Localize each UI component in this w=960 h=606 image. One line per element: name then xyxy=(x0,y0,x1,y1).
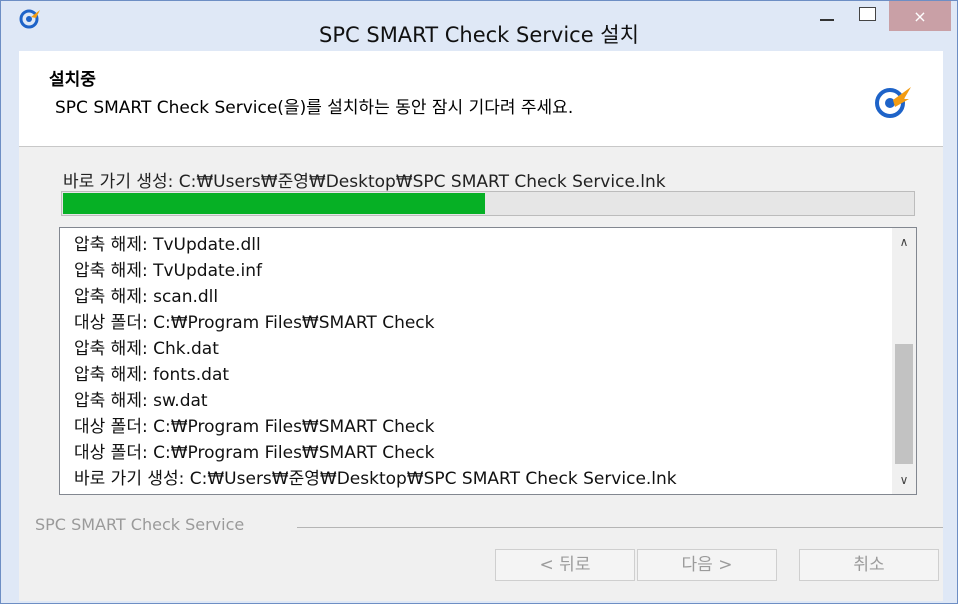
page-subtitle: SPC SMART Check Service(을)를 설치하는 동안 잠시 기… xyxy=(55,98,574,118)
title-bar[interactable]: SPC SMART Check Service 설치 × xyxy=(1,1,957,51)
scroll-thumb[interactable] xyxy=(895,344,913,464)
log-scrollbar[interactable]: ∧ ∨ xyxy=(892,228,916,494)
installer-window: SPC SMART Check Service 설치 × 설치중 SPC SMA… xyxy=(0,0,958,604)
maximize-button[interactable] xyxy=(851,1,883,31)
close-button[interactable]: × xyxy=(889,1,951,31)
spc-logo-icon xyxy=(875,87,911,118)
chevron-down-icon[interactable]: ∨ xyxy=(892,468,916,492)
log-line: 바로 가기 생성: C:₩Users₩준영₩Desktop₩SPC SMART … xyxy=(74,469,677,489)
log-line: 압축 해제: Chk.dat xyxy=(74,339,219,359)
log-line: 압축 해제: TvUpdate.inf xyxy=(74,261,262,281)
install-progress-bar xyxy=(61,191,915,216)
current-action-label: 바로 가기 생성: C:₩Users₩준영₩Desktop₩SPC SMART … xyxy=(63,172,666,192)
progress-fill xyxy=(63,193,485,214)
brand-label: SPC SMART Check Service xyxy=(35,515,245,534)
log-line: 대상 폴더: C:₩Program Files₩SMART Check xyxy=(74,417,435,437)
minimize-button[interactable] xyxy=(811,1,843,31)
log-line: 대상 폴더: C:₩Program Files₩SMART Check xyxy=(74,313,435,333)
dialog-body: 설치중 SPC SMART Check Service(을)를 설치하는 동안 … xyxy=(19,51,943,601)
log-list: 압축 해제: TvUpdate.dll 압축 해제: TvUpdate.inf 압축… xyxy=(74,232,884,492)
install-log[interactable]: 압축 해제: TvUpdate.dll 압축 해제: TvUpdate.inf 압축… xyxy=(59,227,917,495)
next-button[interactable]: 다음 > xyxy=(637,549,777,581)
footer-divider xyxy=(297,527,943,528)
back-button[interactable]: < 뒤로 xyxy=(495,549,635,581)
log-line: 대상 폴더: C:₩Program Files₩SMART Check xyxy=(74,443,435,463)
log-line: 압축 해제: fonts.dat xyxy=(74,365,230,385)
log-line: 압축 해제: scan.dll xyxy=(74,287,219,307)
page-title: 설치중 xyxy=(49,70,96,90)
log-line: 압축 해제: sw.dat xyxy=(74,391,208,411)
log-line: 압축 해제: TvUpdate.dll xyxy=(74,235,261,255)
cancel-button[interactable]: 취소 xyxy=(799,549,939,581)
header-panel: 설치중 SPC SMART Check Service(을)를 설치하는 동안 … xyxy=(19,51,943,147)
chevron-up-icon[interactable]: ∧ xyxy=(892,230,916,254)
close-icon: × xyxy=(913,7,927,26)
